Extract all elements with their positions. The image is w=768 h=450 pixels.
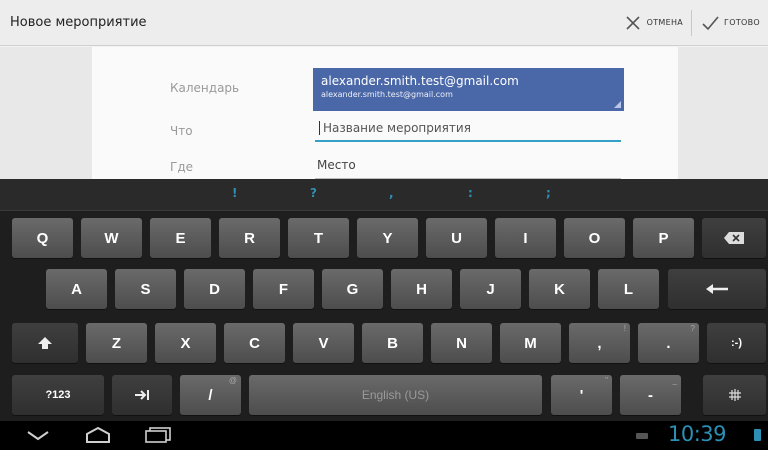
key-comma-label: , [597,334,602,352]
calendar-account: alexander.smith.test@gmail.com [321,74,519,88]
key-q[interactable]: Q [12,218,73,258]
key-h[interactable]: H [391,269,452,309]
calendar-select[interactable]: alexander.smith.test@gmail.com alexander… [313,68,624,111]
key-t[interactable]: T [288,218,349,258]
check-icon [702,15,719,30]
key-period-hint: ? [690,324,695,333]
key-j[interactable]: J [460,269,521,309]
keyboard-status-icon [636,433,648,439]
key-apostrophe-hint: " [605,376,608,385]
key-n[interactable]: N [431,323,492,363]
keyboard-settings-icon [728,389,741,401]
dropdown-corner-icon [614,101,621,108]
key-period[interactable]: . ? [638,323,699,363]
battery-icon [754,429,761,441]
suggestion-item[interactable]: ; [546,186,551,200]
where-label: Где [170,160,193,174]
calendar-account-sub: alexander.smith.test@gmail.com [321,90,453,99]
shift-key[interactable] [12,323,78,363]
symbols-key[interactable]: ?123 [12,375,104,415]
key-i[interactable]: I [495,218,556,258]
key-o[interactable]: O [564,218,625,258]
cancel-button[interactable]: ОТМЕНА [615,0,691,46]
key-y[interactable]: Y [357,218,418,258]
key-comma-hint: ! [623,324,626,333]
key-v[interactable]: V [293,323,354,363]
key-k[interactable]: K [529,269,590,309]
home-icon[interactable] [85,426,111,444]
key-slash-hint: @ [228,376,237,385]
recent-apps-icon[interactable] [144,427,172,443]
action-bar: Новое мероприятие ОТМЕНА ГОТОВО [0,0,768,46]
key-c[interactable]: C [224,323,285,363]
event-name-placeholder: Название мероприятия [323,121,471,135]
text-cursor [319,121,320,135]
location-placeholder: Место [317,158,356,172]
cancel-label: ОТМЕНА [646,18,684,27]
key-p[interactable]: P [633,218,694,258]
page-title: Новое мероприятие [10,15,147,30]
key-u[interactable]: U [426,218,487,258]
key-s[interactable]: S [115,269,176,309]
backspace-icon [724,232,744,244]
key-slash[interactable]: / @ [180,375,241,415]
enter-key[interactable] [668,269,766,309]
suggestion-item[interactable]: : [468,186,473,200]
smiley-key[interactable]: :-) [707,323,766,363]
location-input[interactable]: Место [315,155,621,179]
key-apostrophe-label: ' [579,386,584,404]
tab-icon [135,390,149,400]
key-w[interactable]: W [81,218,142,258]
key-apostrophe[interactable]: ' " [551,375,612,415]
key-comma[interactable]: , ! [569,323,630,363]
key-a[interactable]: A [46,269,107,309]
enter-icon [706,284,728,294]
settings-key[interactable] [703,375,766,415]
key-dash-label: - [648,386,653,404]
suggestion-item[interactable]: ! [232,186,237,200]
key-f[interactable]: F [253,269,314,309]
event-form: Календарь alexander.smith.test@gmail.com… [92,47,678,179]
key-r[interactable]: R [219,218,280,258]
screen: Новое мероприятие ОТМЕНА ГОТОВО Календар… [0,0,768,450]
key-d[interactable]: D [184,269,245,309]
form-area: Календарь alexander.smith.test@gmail.com… [0,47,768,179]
key-dash-hint: _ [672,376,677,385]
key-l[interactable]: L [598,269,659,309]
suggestion-item[interactable]: ? [310,186,317,200]
tab-key[interactable] [112,375,172,415]
key-e[interactable]: E [150,218,211,258]
key-z[interactable]: Z [86,323,147,363]
space-key[interactable]: English (US) [249,375,542,415]
shift-icon [38,337,52,349]
done-button[interactable]: ГОТОВО [692,0,768,46]
key-dash[interactable]: - _ [620,375,681,415]
key-period-label: . [666,334,671,352]
key-x[interactable]: X [155,323,216,363]
key-g[interactable]: G [322,269,383,309]
done-label: ГОТОВО [724,18,760,27]
on-screen-keyboard: ! ? , : ; Q W E R T Y U I O P A S D F G … [0,179,768,421]
close-icon [626,15,640,30]
suggestion-item[interactable]: , [389,186,394,200]
hide-keyboard-icon[interactable] [26,430,50,442]
navigation-bar: 10:39 [0,421,768,450]
suggestion-strip: ! ? , : ; [0,179,768,211]
backspace-key[interactable] [702,218,766,258]
what-label: Что [170,124,193,138]
event-name-input[interactable]: Название мероприятия [315,118,621,142]
key-slash-label: / [208,386,213,404]
status-clock: 10:39 [668,422,727,446]
key-m[interactable]: M [500,323,561,363]
key-b[interactable]: B [362,323,423,363]
